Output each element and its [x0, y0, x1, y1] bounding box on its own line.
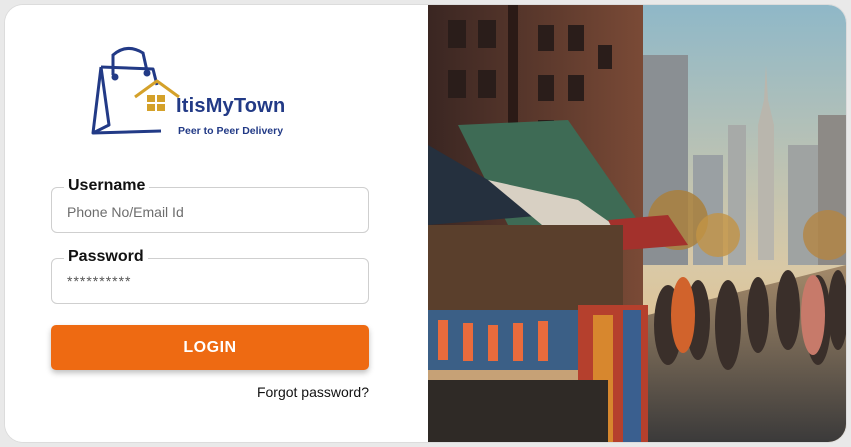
brand-name: ItisMyTown — [176, 95, 286, 117]
username-label: Username — [64, 177, 150, 195]
login-panel: ItisMyTown Peer to Peer Delivery Usernam… — [5, 5, 428, 442]
username-input[interactable] — [67, 202, 357, 222]
password-label: Password — [64, 248, 148, 266]
username-field: Username — [51, 177, 369, 233]
hero-street-market-image — [428, 5, 846, 442]
shopping-bag-logo-icon — [91, 47, 180, 135]
brand-logo: ItisMyTown Peer to Peer Delivery — [91, 45, 311, 145]
login-card: ItisMyTown Peer to Peer Delivery Usernam… — [5, 5, 846, 442]
brand-tagline: Peer to Peer Delivery — [178, 125, 284, 137]
password-input[interactable]: ********** — [67, 273, 131, 289]
forgot-password-link[interactable]: Forgot password? — [257, 384, 369, 400]
password-field: Password ********** — [51, 248, 369, 304]
login-button[interactable]: LOGIN — [51, 325, 369, 370]
street-market-photo — [428, 5, 846, 442]
